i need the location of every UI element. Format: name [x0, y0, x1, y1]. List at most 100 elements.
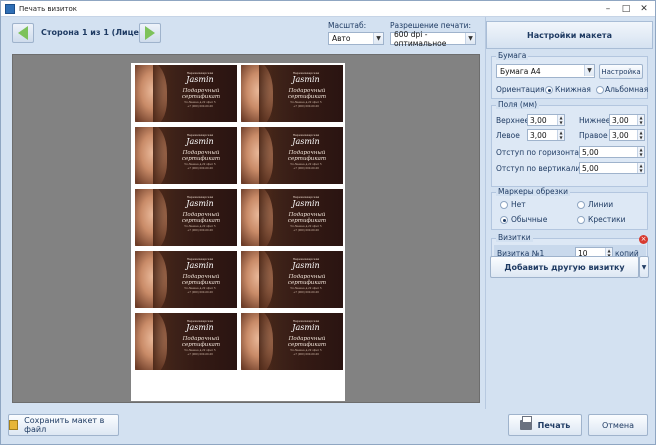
add-card-button[interactable]: Добавить другую визитку	[490, 256, 639, 278]
business-card: Парикмахерская Jasmin Подарочный сертифика…	[135, 65, 237, 122]
business-card: Парикмахерская Jasmin Подарочный сертифика…	[241, 65, 343, 122]
card-address-line-2: +7 (000) 000-00-00	[293, 353, 319, 356]
paper-size-value: Бумага А4	[500, 66, 541, 76]
card-address-line-1: Ул.Ленина д.22 офис 5	[290, 101, 322, 104]
card-address-line-2: +7 (000) 000-00-00	[187, 229, 213, 232]
card-address: Ул.Ленина д.22 офис 5 +7 (000) 000-00-00	[281, 349, 331, 357]
chevron-down-icon: ▼	[465, 33, 475, 44]
card-name: Jasmin	[186, 261, 214, 270]
maximize-icon[interactable]: □	[617, 1, 635, 16]
hgap-input[interactable]: 5,00 ▲ ▼	[579, 146, 645, 158]
card-address: Ул.Ленина д.22 офис 5 +7 (000) 000-00-00	[281, 287, 331, 295]
crop-marks-group: Маркеры обрезки Нет Линии Обычные Крести…	[491, 187, 648, 230]
print-preview: Парикмахерская Jasmin Подарочный сертифика…	[12, 54, 480, 403]
card-address-line-2: +7 (000) 000-00-00	[293, 105, 319, 108]
business-card: Парикмахерская Jasmin Подарочный сертифика…	[241, 251, 343, 308]
card-certificate: Подарочный сертификат	[287, 88, 327, 100]
card-certificate: Подарочный сертификат	[181, 88, 221, 100]
print-label: Печать	[537, 420, 571, 430]
add-card-dropdown[interactable]: ▼	[639, 256, 649, 278]
prev-page-button[interactable]	[12, 23, 34, 43]
card-address-line-1: Ул.Ленина д.22 офис 5	[290, 225, 322, 228]
vgap-input[interactable]: 5,00 ▲ ▼	[579, 162, 645, 174]
crop-marks-group-label: Маркеры обрезки	[496, 187, 571, 196]
crop-normal-radio[interactable]	[500, 216, 508, 224]
card-certificate: Подарочный сертификат	[287, 150, 327, 162]
chevron-down-icon: ▼	[584, 65, 594, 76]
margin-left-value: 3,00	[530, 130, 547, 140]
minimize-icon[interactable]: –	[599, 1, 617, 16]
printer-icon	[519, 416, 532, 430]
floppy-disk-icon	[9, 420, 19, 430]
cards-group-label: Визитки	[496, 233, 533, 242]
resolution-value: 600 dpi - оптимальное	[394, 29, 447, 48]
card-certificate: Подарочный сертификат	[181, 336, 221, 348]
spinner-icon[interactable]: ▲▼	[637, 147, 644, 157]
margins-group-label: Поля (мм)	[496, 100, 540, 109]
paper-sheet: Парикмахерская Jasmin Подарочный сертифика…	[131, 63, 345, 401]
crop-lines-radio[interactable]	[577, 201, 585, 209]
spinner-icon[interactable]: ▲▼	[637, 163, 644, 173]
crop-none-radio[interactable]	[500, 201, 508, 209]
settings-header: Настройки макета	[486, 21, 653, 49]
crop-normal-label: Обычные	[511, 215, 548, 224]
paper-group: Бумага Бумага А4 ▼ Настройка Ориентация …	[491, 51, 648, 99]
card-name: Jasmin	[186, 199, 214, 208]
margin-top-value: 3,00	[530, 115, 547, 125]
hgap-value: 5,00	[582, 147, 599, 157]
close-icon[interactable]: ✕	[635, 1, 653, 16]
card-certificate: Подарочный сертификат	[287, 212, 327, 224]
margin-left-input[interactable]: 3,00 ▲ ▼	[527, 129, 565, 141]
margins-group: Поля (мм) Верхнее 3,00 ▲ ▼ Нижнее 3,00 ▲ ▼ Л…	[491, 100, 648, 187]
remove-card-icon[interactable]: ×	[639, 235, 648, 244]
card-address: Ул.Ленина д.22 офис 5 +7 (000) 000-00-00	[175, 349, 225, 357]
arrow-left-icon	[18, 26, 28, 40]
card-name: Jasmin	[292, 137, 320, 146]
cancel-button[interactable]: Отмена	[588, 414, 648, 436]
app-icon	[5, 3, 15, 14]
crop-lines-label: Линии	[588, 200, 614, 209]
margin-left-label: Левое	[496, 131, 520, 140]
margin-bottom-input[interactable]: 3,00 ▲ ▼	[609, 114, 645, 126]
card-address-line-2: +7 (000) 000-00-00	[293, 291, 319, 294]
margin-top-input[interactable]: 3,00 ▲ ▼	[527, 114, 565, 126]
margin-top-label: Верхнее	[496, 116, 530, 125]
window-title: Печать визиток	[19, 4, 77, 13]
preview-toolbar: Сторона 1 из 1 (Лицевая) Масштаб: Авто ▼…	[6, 17, 482, 51]
card-name: Jasmin	[292, 75, 320, 84]
footer: Сохранить макет в файл Печать Отмена	[1, 409, 655, 445]
spinner-icon[interactable]: ▲▼	[557, 130, 564, 140]
spinner-icon[interactable]: ▲▼	[557, 115, 564, 125]
margin-bottom-value: 3,00	[612, 115, 629, 125]
resolution-select[interactable]: 600 dpi - оптимальное ▼	[390, 29, 476, 48]
vgap-value: 5,00	[582, 163, 599, 173]
print-button[interactable]: Печать	[508, 414, 582, 436]
paper-settings-button[interactable]: Настройка	[599, 64, 643, 79]
save-layout-button[interactable]: Сохранить макет в файл	[8, 414, 119, 436]
business-card: Парикмахерская Jasmin Подарочный сертифика…	[241, 313, 343, 370]
business-card: Парикмахерская Jasmin Подарочный сертифика…	[241, 189, 343, 246]
card-address: Ул.Ленина д.22 офис 5 +7 (000) 000-00-00	[281, 101, 331, 109]
margin-right-input[interactable]: 3,00 ▲ ▼	[609, 129, 645, 141]
margin-right-label: Правое	[579, 131, 608, 140]
card-address-line-1: Ул.Ленина д.22 офис 5	[184, 349, 216, 352]
business-card: Парикмахерская Jasmin Подарочный сертифика…	[135, 251, 237, 308]
orientation-portrait-radio[interactable]	[545, 86, 553, 94]
card-address-line-1: Ул.Ленина д.22 офис 5	[184, 225, 216, 228]
spinner-icon[interactable]: ▲▼	[637, 130, 644, 140]
card-address-line-2: +7 (000) 000-00-00	[187, 167, 213, 170]
business-card: Парикмахерская Jasmin Подарочный сертифика…	[135, 313, 237, 370]
spinner-icon[interactable]: ▲▼	[637, 115, 644, 125]
card-certificate: Подарочный сертификат	[181, 150, 221, 162]
vgap-label: Отступ по вертикали	[496, 164, 581, 173]
orientation-landscape-radio[interactable]	[596, 86, 604, 94]
card-address-line-1: Ул.Ленина д.22 офис 5	[184, 163, 216, 166]
chevron-down-icon: ▼	[641, 263, 647, 271]
crop-crosses-radio[interactable]	[577, 216, 585, 224]
next-page-button[interactable]	[139, 23, 161, 43]
card-address: Ул.Ленина д.22 офис 5 +7 (000) 000-00-00	[175, 287, 225, 295]
scale-select[interactable]: Авто ▼	[328, 32, 384, 45]
card-name: Jasmin	[186, 75, 214, 84]
card-certificate: Подарочный сертификат	[287, 336, 327, 348]
paper-size-select[interactable]: Бумага А4 ▼	[496, 64, 595, 78]
